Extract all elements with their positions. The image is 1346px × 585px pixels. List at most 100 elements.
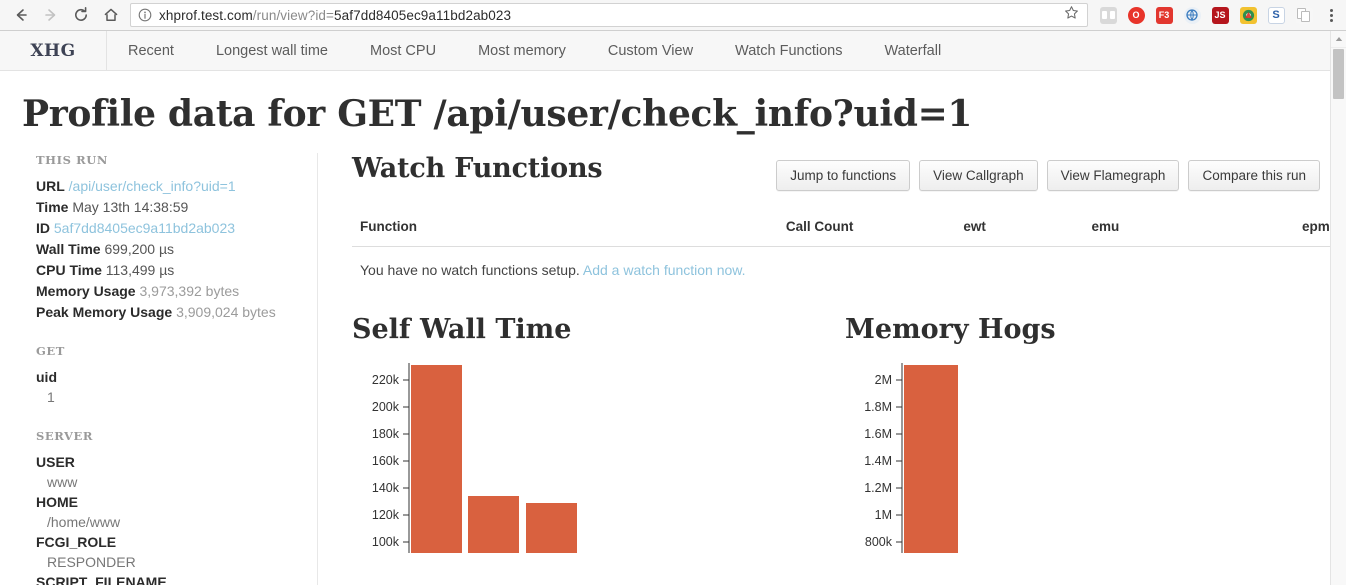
feedback-extension-icon[interactable]: F3 — [1150, 1, 1178, 29]
bar-self-wall-time-1[interactable] — [411, 365, 462, 553]
nav-item-waterfall[interactable]: Waterfall — [864, 31, 963, 71]
server-var-key-script-filename: SCRIPT_FILENAME — [36, 574, 167, 585]
run-id-value[interactable]: 5af7dd8405ec9a11bd2ab023 — [54, 220, 235, 236]
run-memory-usage-label: Memory Usage — [36, 283, 136, 299]
memory-hogs-plot: 2M 1.8M 1.6M 1.4M 1.2M 1M 800k — [845, 363, 1338, 553]
get-param-value-uid: 1 — [47, 389, 55, 405]
tick-label-800k: 800k — [865, 535, 893, 549]
self-wall-time-svg: 220k 200k 180k 160k 140k 120k 100k — [372, 363, 577, 553]
sidebar-heading-get: GET — [36, 344, 65, 358]
column-header-call-count[interactable]: Call Count — [785, 219, 964, 247]
server-var-key-fcgi-role: FCGI_ROLE — [36, 534, 117, 550]
url-host: xhprof.test.com — [159, 7, 253, 23]
run-cpu-time-row: CPU Time 113,499 µs — [36, 260, 299, 280]
view-flamegraph-button[interactable]: View Flamegraph — [1046, 160, 1180, 191]
scroll-thumb[interactable] — [1333, 49, 1344, 99]
server-var-key-home: HOME — [36, 494, 78, 510]
run-url-label: URL — [36, 178, 65, 194]
page-viewport: XHG Recent Longest wall time Most CPU Mo… — [0, 31, 1346, 585]
tick-label-1-4m: 1.4M — [864, 454, 892, 468]
server-var-value-user: www — [47, 474, 78, 490]
tick-label-2m: 2M — [875, 373, 892, 387]
tab-manager-extension-icon[interactable] — [1094, 1, 1122, 29]
nav-item-recent[interactable]: Recent — [107, 31, 195, 71]
empty-state-text: You have no watch functions setup. — [360, 262, 580, 278]
memory-hogs-chart-title: Memory Hogs — [845, 314, 1056, 345]
snagit-extension-icon[interactable]: S — [1262, 1, 1290, 29]
self-wall-time-plot: 220k 200k 180k 160k 140k 120k 100k — [352, 363, 845, 553]
browser-menu-icon[interactable] — [1318, 1, 1344, 29]
run-wall-time-row: Wall Time 699,200 µs — [36, 239, 299, 259]
server-var-value-home: /home/www — [47, 514, 121, 530]
url-query-id: 5af7dd8405ec9a11bd2ab023 — [334, 7, 512, 23]
chrome-download-extension-icon[interactable] — [1234, 1, 1262, 29]
page-scrollbar[interactable] — [1330, 31, 1346, 585]
copy-extension-icon[interactable] — [1290, 1, 1318, 29]
tick-label-100k: 100k — [372, 535, 400, 549]
add-watch-function-link[interactable]: Add a watch function now. — [583, 262, 746, 278]
self-wall-time-chart: Self Wall Time 220k 200k 180k 160k 140k … — [352, 314, 845, 553]
browser-toolbar: xhprof.test.com/run/view?id=5af7dd8405ec… — [0, 0, 1346, 31]
y-axis-ticks: 220k 200k 180k 160k 140k 120k 100k — [372, 373, 409, 549]
action-button-group: Jump to functions View Callgraph View Fl… — [776, 153, 1338, 191]
opera-vpn-extension-icon[interactable]: O — [1122, 1, 1150, 29]
reload-icon[interactable] — [66, 1, 96, 29]
bar-self-wall-time-3[interactable] — [526, 503, 577, 553]
sidebar-heading-this-run: THIS RUN — [36, 153, 109, 167]
server-var-value-fcgi-role: RESPONDER — [47, 554, 136, 570]
jump-to-functions-button[interactable]: Jump to functions — [776, 160, 911, 191]
view-callgraph-button[interactable]: View Callgraph — [919, 160, 1038, 191]
watch-functions-table-body: You have no watch functions setup. Add a… — [352, 247, 1338, 278]
column-header-ewt[interactable]: ewt — [963, 219, 1092, 247]
nav-item-most-memory[interactable]: Most memory — [457, 31, 587, 71]
run-time-value: May 13th 14:38:59 — [72, 199, 189, 215]
table-header-row: Function Call Count ewt emu epmu — [352, 219, 1338, 247]
run-cpu-time-value: 113,499 µs — [105, 262, 175, 278]
column-header-epmu[interactable]: epmu — [1219, 219, 1338, 247]
browser-nav-buttons — [0, 1, 126, 29]
run-peak-memory-usage-row: Peak Memory Usage 3,909,024 bytes — [36, 302, 299, 322]
run-cpu-time-label: CPU Time — [36, 262, 102, 278]
bar-memory-hogs-1[interactable] — [904, 365, 958, 553]
navbar-links: Recent Longest wall time Most CPU Most m… — [107, 31, 962, 70]
star-icon[interactable] — [1060, 5, 1083, 25]
nav-item-longest-wall-time[interactable]: Longest wall time — [195, 31, 349, 71]
page-title: Profile data for GET /api/user/check_inf… — [22, 93, 973, 135]
column-header-emu[interactable]: emu — [1091, 219, 1220, 247]
memory-hogs-svg: 2M 1.8M 1.6M 1.4M 1.2M 1M 800k — [864, 363, 958, 553]
page-info-icon[interactable] — [138, 8, 152, 22]
sidebar-heading-server: SERVER — [36, 429, 94, 443]
run-time-label: Time — [36, 199, 69, 215]
forward-arrow-icon[interactable] — [36, 1, 66, 29]
watch-functions-table-head: Function Call Count ewt emu epmu — [352, 219, 1338, 247]
tick-label-220k: 220k — [372, 373, 400, 387]
tick-label-140k: 140k — [372, 481, 400, 495]
get-param-key-uid: uid — [36, 369, 57, 385]
table-row: You have no watch functions setup. Add a… — [352, 247, 1338, 278]
tick-label-1-6m: 1.6M — [864, 427, 892, 441]
server-var-key-user: USER — [36, 454, 75, 470]
run-url-row: URL /api/user/check_info?uid=1 — [36, 176, 299, 196]
watch-functions-heading: Watch Functions — [352, 153, 603, 184]
nav-item-watch-functions[interactable]: Watch Functions — [714, 31, 863, 71]
tick-label-120k: 120k — [372, 508, 400, 522]
back-arrow-icon[interactable] — [6, 1, 36, 29]
nav-item-most-cpu[interactable]: Most CPU — [349, 31, 457, 71]
run-time-row: Time May 13th 14:38:59 — [36, 197, 299, 217]
brand-logo[interactable]: XHG — [0, 31, 107, 70]
bar-self-wall-time-2[interactable] — [468, 496, 519, 553]
javascript-toggle-extension-icon[interactable]: JS — [1206, 1, 1234, 29]
run-url-value[interactable]: /api/user/check_info?uid=1 — [69, 178, 236, 194]
empty-state-cell: You have no watch functions setup. Add a… — [352, 247, 1338, 278]
scroll-up-arrow-icon[interactable] — [1331, 31, 1346, 48]
column-header-function[interactable]: Function — [352, 219, 786, 247]
proxy-extension-icon[interactable] — [1178, 1, 1206, 29]
address-bar[interactable]: xhprof.test.com/run/view?id=5af7dd8405ec… — [130, 3, 1088, 27]
watch-functions-table: Function Call Count ewt emu epmu You hav… — [352, 219, 1338, 278]
home-icon[interactable] — [96, 1, 126, 29]
nav-item-custom-view[interactable]: Custom View — [587, 31, 714, 71]
charts-row: Self Wall Time 220k 200k 180k 160k 140k … — [352, 314, 1338, 553]
compare-this-run-button[interactable]: Compare this run — [1188, 160, 1320, 191]
run-sidebar: THIS RUN URL /api/user/check_info?uid=1 … — [0, 153, 318, 585]
run-id-row: ID 5af7dd8405ec9a11bd2ab023 — [36, 218, 299, 238]
